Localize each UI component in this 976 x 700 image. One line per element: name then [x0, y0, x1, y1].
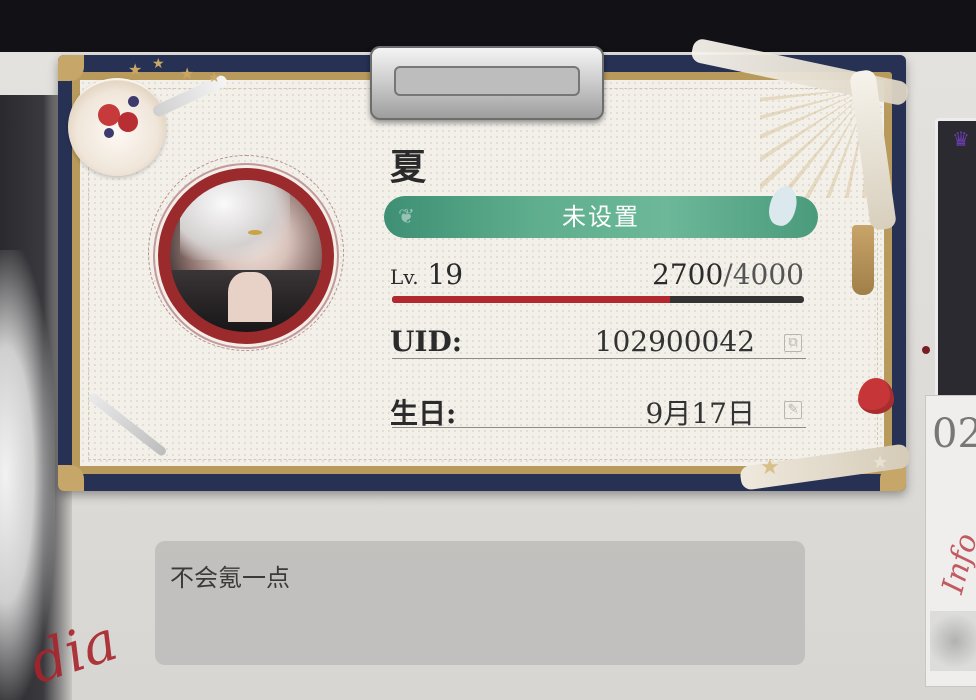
level-label: Lv. 19 — [390, 258, 463, 291]
card-number-decor: 02 — [932, 411, 976, 457]
uid-label: UID: — [390, 325, 463, 358]
title-badge[interactable]: ❦ ❦ 未设置 — [384, 196, 818, 238]
pin-dot — [922, 346, 930, 354]
card-script-decor: Info — [935, 529, 976, 598]
tassel-decor — [852, 225, 874, 295]
right-side-card[interactable]: ♛ — [935, 118, 976, 404]
title-text: 未设置 — [562, 203, 640, 231]
blueberry-decor — [128, 96, 139, 107]
star-decor: ★ — [152, 56, 165, 72]
avatar-hair — [180, 180, 290, 260]
exp-current: 2700 — [652, 258, 724, 291]
birthday-label: 生日: — [390, 397, 457, 430]
exp-max: 4000 — [732, 258, 804, 291]
birthday-underline — [392, 427, 806, 428]
avatar-eye — [248, 230, 262, 235]
card-sketch-decor — [930, 611, 976, 671]
level-prefix: Lv. — [390, 265, 419, 289]
clip-handle — [394, 66, 580, 96]
cake-decor — [68, 78, 166, 176]
crown-icon: ♛ — [952, 127, 970, 151]
star-decor: ★ — [180, 64, 195, 83]
level-value: 19 — [427, 258, 464, 291]
player-name: 夏 — [390, 146, 427, 188]
star-decor: ★ — [872, 452, 889, 473]
exp-bar-fill — [392, 296, 671, 303]
strawberry-decor — [98, 104, 120, 126]
top-band — [0, 0, 976, 52]
strawberry-decor — [858, 378, 894, 414]
birthday-value: 9月17日 — [645, 397, 755, 430]
edit-icon[interactable]: ✎ — [784, 401, 802, 419]
blueberry-decor — [104, 128, 114, 138]
copy-icon[interactable]: ⧉ — [784, 334, 802, 352]
corner-ornament — [58, 465, 84, 491]
exp-separator: / — [723, 258, 733, 291]
exp-counter: 2700/4000 — [600, 258, 804, 291]
clipboard-clip — [370, 46, 604, 120]
star-decor: ★ — [128, 60, 143, 79]
avatar[interactable] — [170, 180, 322, 332]
exp-bar — [392, 296, 804, 303]
right-info-card[interactable]: 02 Info — [925, 395, 976, 687]
uid-underline — [392, 358, 806, 359]
uid-value: 102900042 — [594, 325, 755, 358]
bio-text: 不会氪一点 — [170, 564, 290, 592]
strawberry-decor — [118, 112, 138, 132]
avatar-skin — [228, 272, 272, 322]
star-decor: ★ — [208, 70, 221, 86]
star-decor: ★ — [760, 455, 780, 480]
